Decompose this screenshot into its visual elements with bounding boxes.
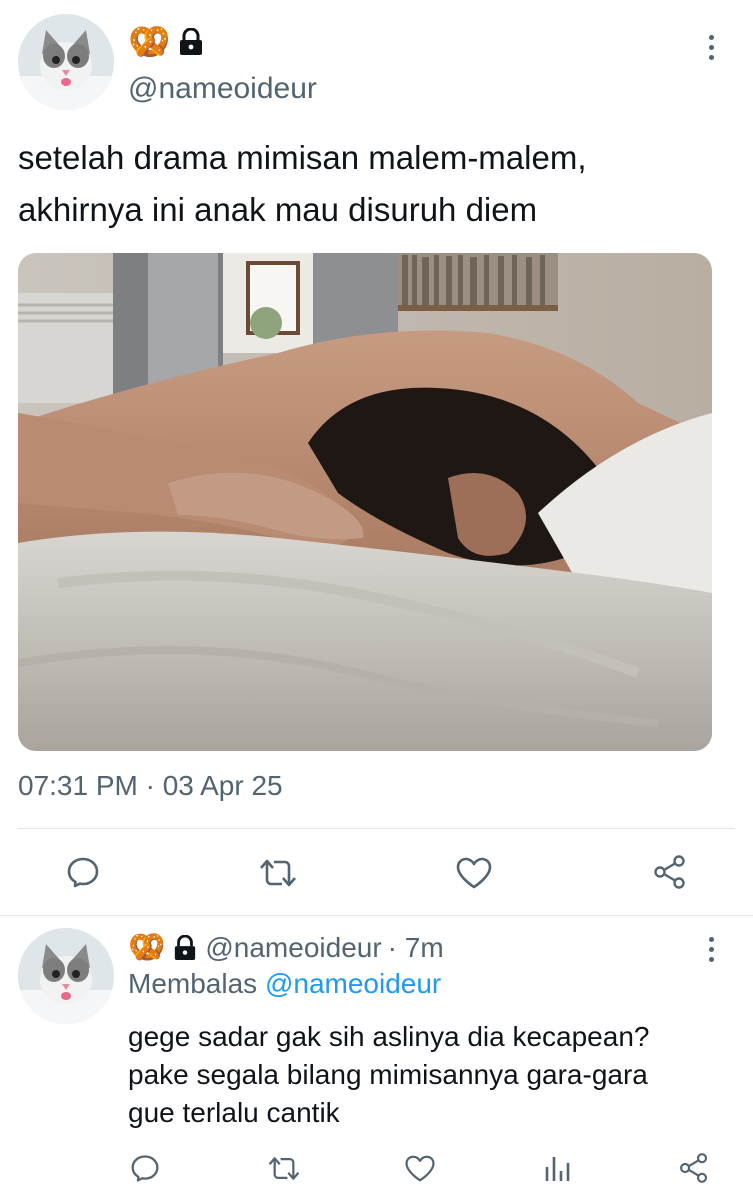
views-icon[interactable] [543,1153,571,1183]
pretzel-emoji-badge: 🥨 [128,930,166,965]
more-options-icon[interactable] [709,35,714,60]
like-icon[interactable] [455,856,493,890]
lock-icon [173,935,197,961]
more-options-icon[interactable] [709,937,714,962]
replying-to-mention[interactable]: @nameoideur [265,968,441,999]
tweet-text-line: setelah drama mimisan malem-malem, [18,139,587,176]
retweet-icon[interactable] [258,856,298,890]
avatar[interactable] [18,928,114,1024]
divider [0,915,753,916]
share-icon[interactable] [652,854,688,890]
tweet-text-line: akhirnya ini anak mau disuruh diem [18,191,538,228]
reply-user-row: 🥨 @nameoideur · 7m [128,928,444,968]
replying-to-label: Membalas [128,968,258,999]
user-handle[interactable]: @nameoideur [128,72,317,106]
pretzel-emoji-badge: 🥨 [128,22,171,62]
divider [18,828,735,829]
reply-icon[interactable] [130,1153,160,1183]
reply-text-line: gue terlalu cantik [128,1097,340,1128]
share-icon[interactable] [678,1152,710,1184]
reply-icon[interactable] [66,855,100,889]
reply-text-line: pake segala bilang mimisannya gara-gara [128,1059,648,1090]
tweet-timestamp[interactable]: 07:31 PM · 03 Apr 25 [18,770,283,802]
retweet-icon[interactable] [267,1154,301,1183]
avatar[interactable] [18,14,114,110]
reply-text-line: gege sadar gak sih aslinya dia kecapean? [128,1021,650,1052]
like-icon[interactable] [404,1154,436,1183]
reply-time: · 7m [387,932,444,963]
reply-user-handle[interactable]: @nameoideur [205,932,381,964]
user-name-row: 🥨 [128,22,204,62]
tweet-photo[interactable] [18,253,712,751]
lock-icon [178,28,204,56]
reply-text: gege sadar gak sih aslinya dia kecapean?… [128,1018,738,1132]
replying-to: Membalas @nameoideur [128,968,441,1000]
tweet-text: setelah drama mimisan malem-malem, akhir… [18,132,738,236]
